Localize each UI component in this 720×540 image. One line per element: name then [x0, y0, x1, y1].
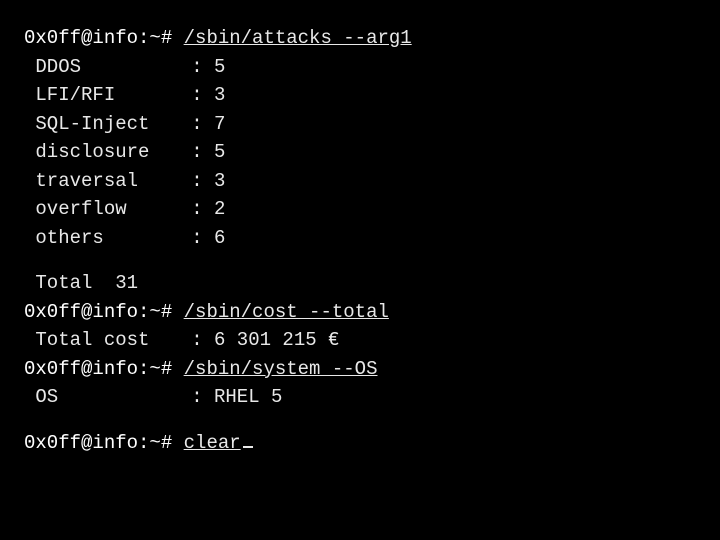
prompt: 0x0ff@info:~# [24, 432, 172, 454]
sep: : [191, 138, 214, 167]
prompt: 0x0ff@info:~# [24, 358, 172, 380]
attacks-total-label: Total [35, 272, 92, 294]
system-row: OS:RHEL 5 [24, 383, 696, 412]
cost-label: Total cost [35, 326, 191, 355]
attacks-val: 6 [214, 227, 225, 249]
attacks-val: 2 [214, 198, 225, 220]
blank-line [24, 412, 696, 429]
attacks-key: others [35, 224, 191, 253]
sep: : [191, 53, 214, 82]
sep: : [191, 110, 214, 139]
attacks-key: overflow [35, 195, 191, 224]
attacks-row: disclosure:5 [24, 138, 696, 167]
sep: : [191, 81, 214, 110]
terminal[interactable]: 0x0ff@info:~# /sbin/attacks --arg1 DDOS:… [0, 0, 720, 481]
sep: : [191, 326, 214, 355]
prompt-line-system: 0x0ff@info:~# /sbin/system --OS [24, 355, 696, 384]
attacks-row: overflow:2 [24, 195, 696, 224]
blank-line [24, 252, 696, 269]
attacks-val: 5 [214, 56, 225, 78]
sep: : [191, 167, 214, 196]
prompt: 0x0ff@info:~# [24, 301, 172, 323]
prompt-line-attacks: 0x0ff@info:~# /sbin/attacks --arg1 [24, 24, 696, 53]
attacks-row: others:6 [24, 224, 696, 253]
attacks-key: SQL-Inject [35, 110, 191, 139]
attacks-total-value: 31 [115, 272, 138, 294]
attacks-key: LFI/RFI [35, 81, 191, 110]
system-value: RHEL 5 [214, 386, 282, 408]
command-clear: clear [184, 432, 241, 454]
prompt-line-clear: 0x0ff@info:~# clear [24, 429, 696, 458]
attacks-val: 7 [214, 113, 225, 135]
cost-value: 6 301 215 € [214, 329, 339, 351]
attacks-row: traversal:3 [24, 167, 696, 196]
attacks-row: DDOS:5 [24, 53, 696, 82]
attacks-val: 3 [214, 170, 225, 192]
attacks-key: disclosure [35, 138, 191, 167]
attacks-row: LFI/RFI:3 [24, 81, 696, 110]
attacks-row: SQL-Inject:7 [24, 110, 696, 139]
attacks-key: traversal [35, 167, 191, 196]
command-attacks: /sbin/attacks --arg1 [184, 27, 412, 49]
cursor-icon [243, 446, 253, 448]
sep: : [191, 224, 214, 253]
attacks-val: 3 [214, 84, 225, 106]
prompt-line-cost: 0x0ff@info:~# /sbin/cost --total [24, 298, 696, 327]
cost-row: Total cost:6 301 215 € [24, 326, 696, 355]
sep: : [191, 195, 214, 224]
attacks-key: DDOS [35, 53, 191, 82]
attacks-val: 5 [214, 141, 225, 163]
attacks-total: Total 31 [24, 269, 696, 298]
command-system: /sbin/system --OS [184, 358, 378, 380]
prompt: 0x0ff@info:~# [24, 27, 172, 49]
sep: : [191, 383, 214, 412]
system-label: OS [35, 383, 191, 412]
command-cost: /sbin/cost --total [184, 301, 389, 323]
